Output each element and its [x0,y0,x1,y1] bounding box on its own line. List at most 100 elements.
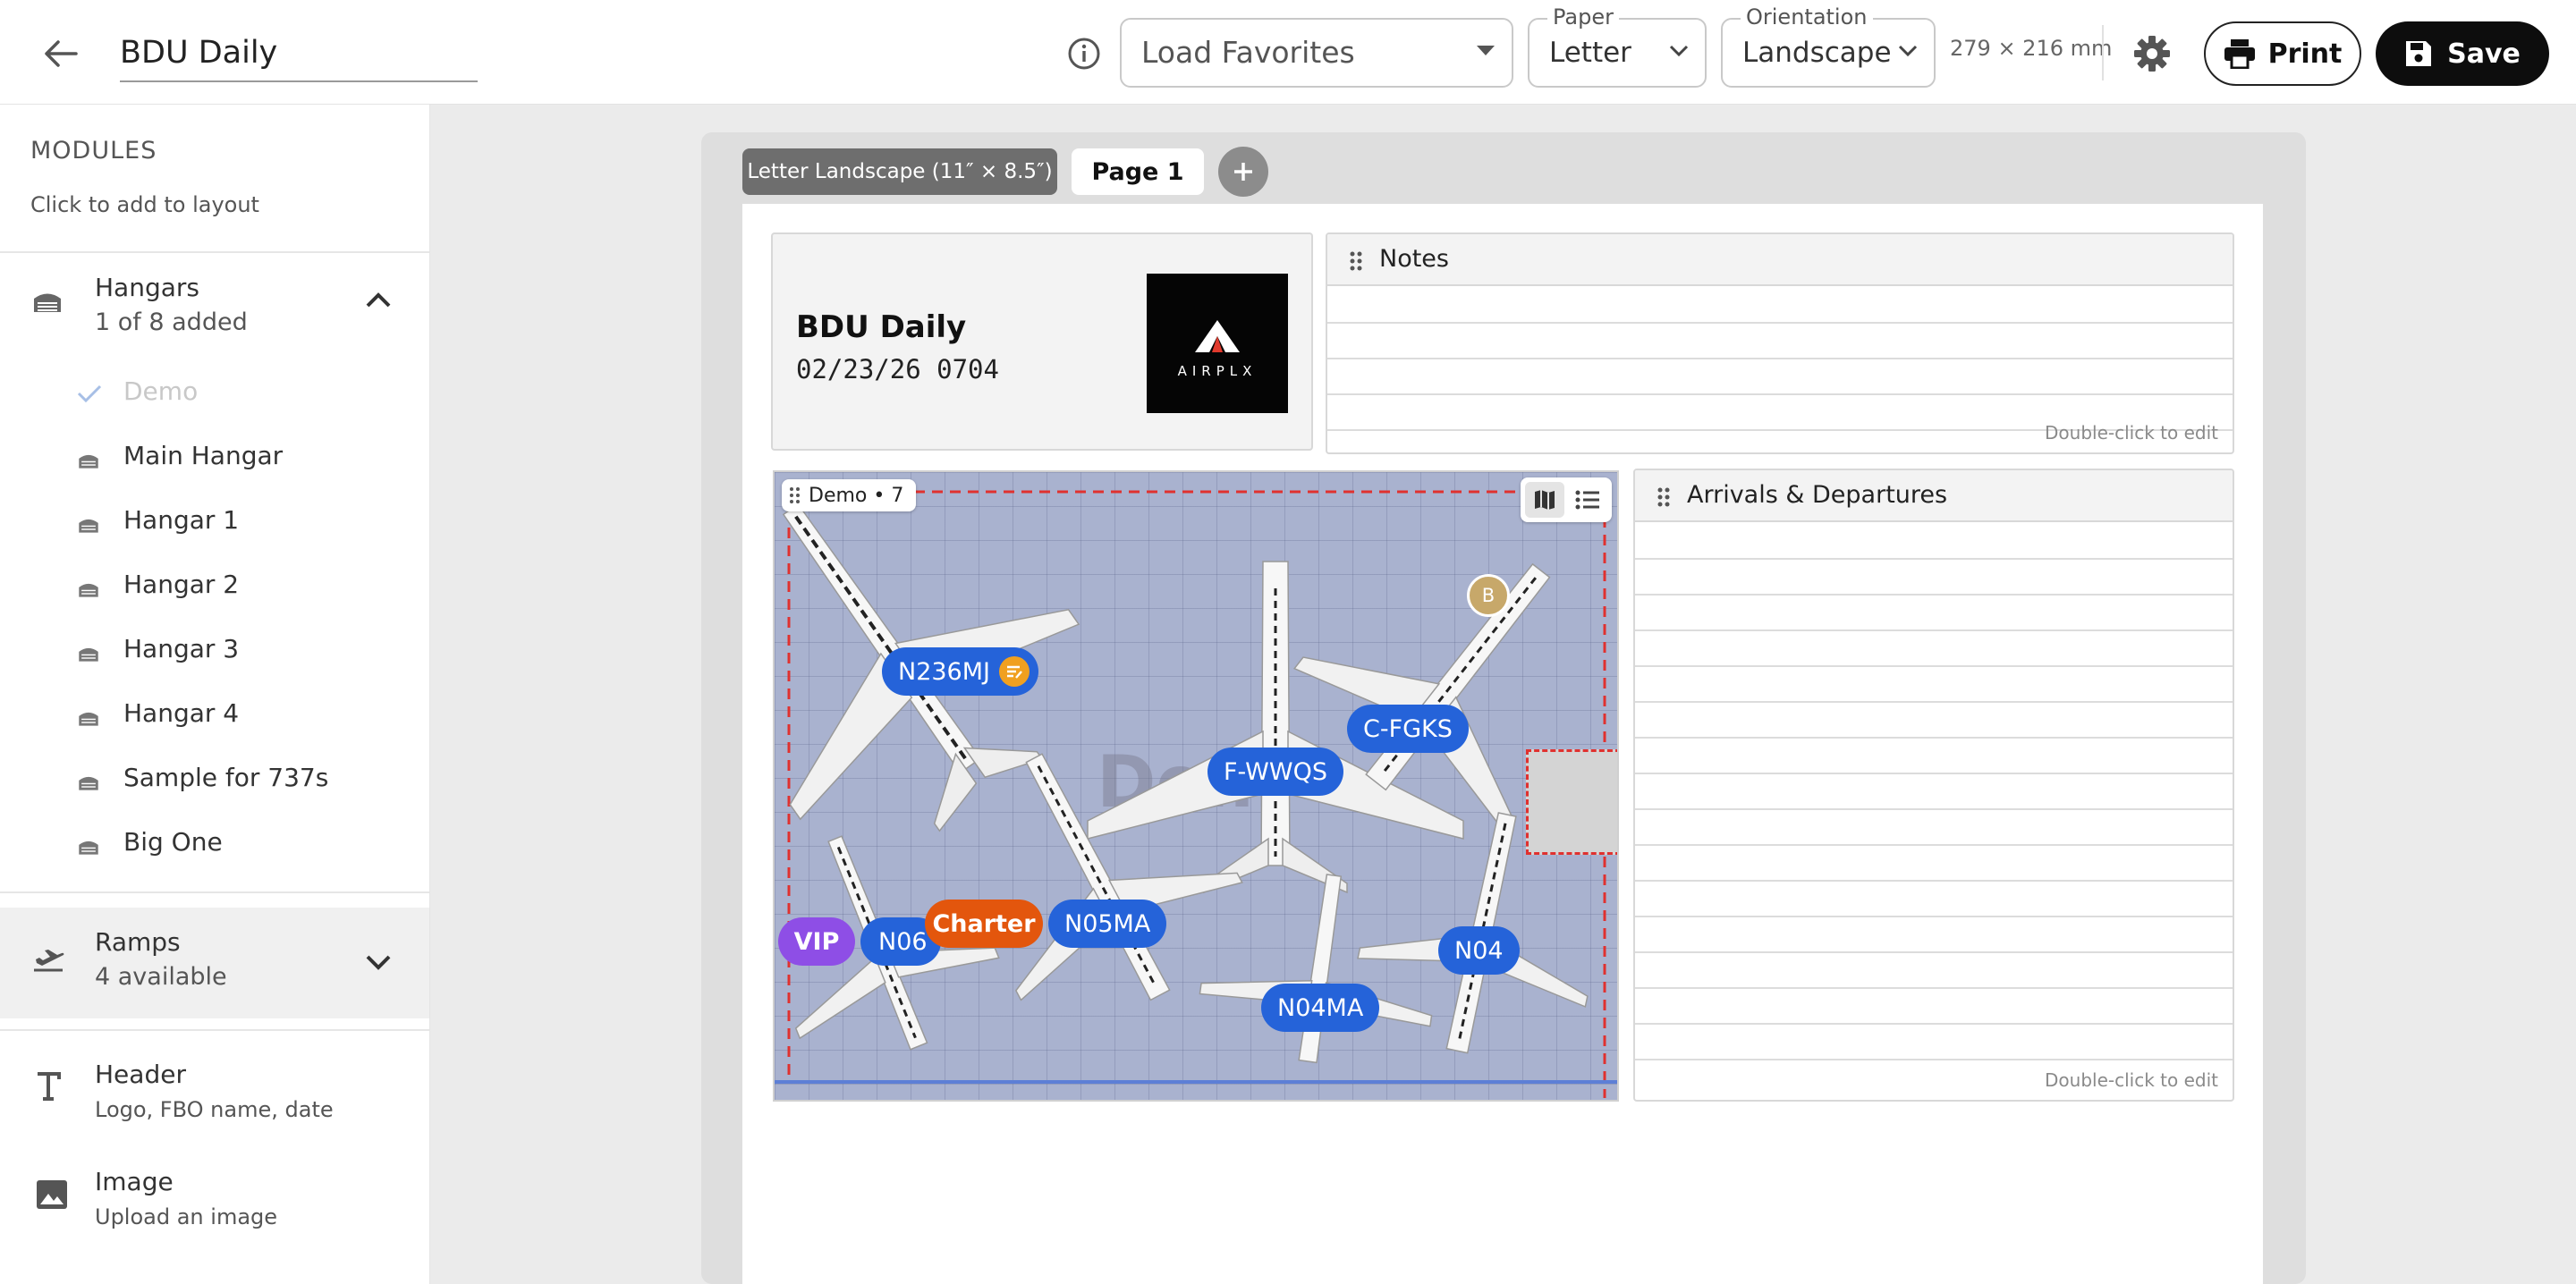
arrivals-line [1635,629,2233,631]
aircraft-tail-number: N04MA [1277,993,1364,1022]
note-lines-icon [1007,665,1022,679]
drag-handle-icon[interactable] [1657,486,1671,508]
back-button[interactable] [36,30,86,77]
hangar-item-label: Demo [123,376,199,406]
hangar-icon [79,519,98,533]
hangar-item-hangar-3[interactable]: Hangar 3 [0,625,429,679]
aircraft-tail-number: N05MA [1064,909,1151,938]
layout-title-input[interactable]: BDU Daily [120,25,478,82]
hangar-item-label: Sample for 737s [123,763,329,792]
hangar-item-main-hangar[interactable]: Main Hangar [0,432,429,486]
hangar-map-chip[interactable]: Demo • 7 [782,479,917,511]
top-toolbar: BDU Daily Load Favorites Paper Letter Or… [0,0,2576,105]
aircraft-badge-n04[interactable]: N04 [1438,926,1520,975]
vip-tag[interactable]: VIP [778,917,855,966]
favorites-placeholder: Load Favorites [1141,35,1355,70]
aircraft-badge-f-wwqs[interactable]: F-WWQS [1208,748,1343,796]
gear-icon[interactable] [2132,34,2172,73]
arrivals-line [1635,665,2233,667]
aircraft-tail-number: N06 [878,927,928,956]
paper-select[interactable]: Paper Letter [1528,4,1707,88]
list-view-button[interactable] [1568,482,1607,518]
arrivals-line [1635,880,2233,882]
hangar-icon [79,647,98,662]
check-icon [77,384,102,403]
header-module-desc: Logo, FBO name, date [95,1097,334,1122]
info-icon[interactable] [1066,36,1102,72]
hangar-item-hangar-1[interactable]: Hangar 1 [0,496,429,550]
header-module[interactable]: BDU Daily 02/23/26 0704 AIRPLX [771,232,1313,451]
hangar-icon [79,712,98,726]
notes-line [1327,322,2233,324]
notes-title: Notes [1379,245,1449,273]
chevron-down-icon [1669,45,1689,57]
hangar-item-sample-737s[interactable]: Sample for 737s [0,754,429,807]
notes-module[interactable]: Notes Double-click to edit [1326,232,2234,454]
hangar-item-label: Hangar 3 [123,634,240,663]
tab-page-1[interactable]: Page 1 [1072,148,1204,195]
aircraft-badge-n04ma[interactable]: N04MA [1261,984,1380,1032]
favorites-select[interactable]: Load Favorites [1120,18,1513,88]
aircraft-badge-n236mj[interactable]: N236MJ [882,647,1038,696]
arrow-left-icon [45,40,78,67]
aircraft-badge-c-fgks[interactable]: C-FGKS [1347,705,1469,753]
chevron-up-icon [366,292,391,308]
aircraft-tail-number: N236MJ [898,657,990,686]
add-header-module[interactable]: Header Logo, FBO name, date [0,1051,429,1140]
aircraft-badge-n05ma[interactable]: N05MA [1048,900,1167,948]
ramps-group-toggle[interactable]: Ramps 4 available [0,908,429,1018]
arrivals-line [1635,558,2233,560]
sidebar-divider [0,1029,429,1031]
page-template-tab[interactable]: Letter Landscape (11″ × 8.5″) [742,148,1057,195]
hangar-map-label: Demo • 7 [809,484,904,507]
arrivals-line [1635,916,2233,917]
aircraft-n04ma-shape [1199,874,1433,1064]
arrivals-line [1635,773,2233,774]
caret-down-icon [1477,46,1495,55]
orientation-value: Landscape [1742,37,1892,69]
hangar-map-module[interactable]: Demo • 7 B N236MJ C-FGKS F-WWQS N05MA N0… [773,470,1619,1102]
charter-tag[interactable]: Charter [925,900,1043,948]
note-icon[interactable] [999,656,1030,687]
notes-module-header: Notes [1327,234,2233,286]
arrivals-departures-module[interactable]: Arrivals & Departures Double-click to ed… [1633,469,2234,1102]
notes-line [1327,358,2233,359]
ramps-group-count: 4 available [95,963,227,991]
hangars-group-count: 1 of 8 added [95,308,248,336]
aircraft-tail-number: C-FGKS [1363,714,1453,743]
header-date: 02/23/26 0704 [796,354,999,384]
ramps-group-name: Ramps [95,927,181,957]
hangar-item-demo: Demo [0,367,429,421]
save-button[interactable]: Save [2376,21,2549,86]
hangar-icon [79,454,98,469]
sidebar-divider [0,891,429,893]
logo-text: AIRPLX [1177,363,1258,379]
map-view-button[interactable] [1525,482,1564,518]
arrivals-module-header: Arrivals & Departures [1635,470,2233,522]
hangar-icon [34,293,61,312]
print-button[interactable]: Print [2204,21,2361,86]
aircraft-c-fgks-shape [1292,562,1551,835]
hangar-item-hangar-4[interactable]: Hangar 4 [0,689,429,743]
header-module-name: Header [95,1060,186,1089]
save-label: Save [2447,38,2521,70]
hangar-item-big-one[interactable]: Big One [0,818,429,872]
hangar-icon [79,841,98,855]
aircraft-layer [782,503,1589,1064]
hangars-group-toggle[interactable]: Hangars 1 of 8 added [0,253,429,346]
arrivals-line [1635,701,2233,703]
arrivals-line [1635,808,2233,810]
add-image-module[interactable]: Image Upload an image [0,1158,429,1247]
drag-handle-icon[interactable] [1349,250,1363,272]
layout-title-text: BDU Daily [120,35,278,71]
airplane-takeoff-icon [34,950,64,972]
add-page-button[interactable] [1218,147,1268,197]
marker-b[interactable]: B [1467,574,1510,617]
orientation-select[interactable]: Orientation Landscape [1721,4,1936,88]
map-view-toggle [1521,477,1612,522]
vip-label: VIP [793,927,840,956]
header-fbo-name: BDU Daily [796,309,967,345]
hangar-item-hangar-2[interactable]: Hangar 2 [0,561,429,614]
hangar-door-line [775,1080,1617,1084]
aircraft-tail-number: N04 [1454,936,1504,965]
